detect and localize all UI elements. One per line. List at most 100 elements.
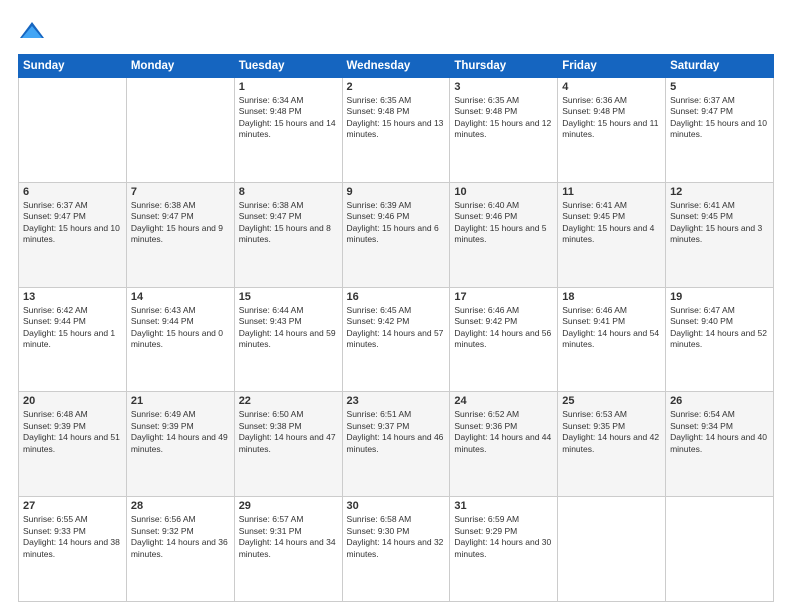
weekday-header: Friday (558, 55, 666, 78)
calendar-cell: 22 Sunrise: 6:50 AMSunset: 9:38 PMDayligh… (234, 392, 342, 497)
cell-details: Sunrise: 6:41 AMSunset: 9:45 PMDaylight:… (670, 200, 769, 246)
day-number: 20 (23, 395, 122, 407)
cell-details: Sunrise: 6:43 AMSunset: 9:44 PMDaylight:… (131, 305, 230, 351)
day-number: 9 (347, 186, 446, 198)
calendar-week-row: 6 Sunrise: 6:37 AMSunset: 9:47 PMDaylight… (19, 182, 774, 287)
cell-details: Sunrise: 6:36 AMSunset: 9:48 PMDaylight:… (562, 95, 661, 141)
calendar-week-row: 13 Sunrise: 6:42 AMSunset: 9:44 PMDayligh… (19, 287, 774, 392)
calendar-cell (558, 497, 666, 602)
day-number: 5 (670, 81, 769, 93)
cell-details: Sunrise: 6:38 AMSunset: 9:47 PMDaylight:… (131, 200, 230, 246)
cell-details: Sunrise: 6:56 AMSunset: 9:32 PMDaylight:… (131, 514, 230, 560)
cell-details: Sunrise: 6:46 AMSunset: 9:42 PMDaylight:… (454, 305, 553, 351)
cell-details: Sunrise: 6:54 AMSunset: 9:34 PMDaylight:… (670, 409, 769, 455)
cell-details: Sunrise: 6:46 AMSunset: 9:41 PMDaylight:… (562, 305, 661, 351)
calendar-cell: 28 Sunrise: 6:56 AMSunset: 9:32 PMDayligh… (126, 497, 234, 602)
day-number: 12 (670, 186, 769, 198)
cell-details: Sunrise: 6:49 AMSunset: 9:39 PMDaylight:… (131, 409, 230, 455)
calendar-cell: 4 Sunrise: 6:36 AMSunset: 9:48 PMDaylight… (558, 78, 666, 183)
calendar-cell: 14 Sunrise: 6:43 AMSunset: 9:44 PMDayligh… (126, 287, 234, 392)
calendar-cell: 29 Sunrise: 6:57 AMSunset: 9:31 PMDayligh… (234, 497, 342, 602)
day-number: 16 (347, 291, 446, 303)
cell-details: Sunrise: 6:57 AMSunset: 9:31 PMDaylight:… (239, 514, 338, 560)
logo (18, 18, 50, 46)
cell-details: Sunrise: 6:59 AMSunset: 9:29 PMDaylight:… (454, 514, 553, 560)
day-number: 11 (562, 186, 661, 198)
cell-details: Sunrise: 6:35 AMSunset: 9:48 PMDaylight:… (347, 95, 446, 141)
cell-details: Sunrise: 6:48 AMSunset: 9:39 PMDaylight:… (23, 409, 122, 455)
weekday-header: Wednesday (342, 55, 450, 78)
day-number: 28 (131, 500, 230, 512)
cell-details: Sunrise: 6:50 AMSunset: 9:38 PMDaylight:… (239, 409, 338, 455)
calendar-cell: 31 Sunrise: 6:59 AMSunset: 9:29 PMDayligh… (450, 497, 558, 602)
calendar-cell: 10Sunrise: 6:40 AMSunset: 9:46 PMDayligh… (450, 182, 558, 287)
cell-details: Sunrise: 6:40 AMSunset: 9:46 PMDaylight:… (454, 200, 553, 246)
calendar-cell: 6 Sunrise: 6:37 AMSunset: 9:47 PMDaylight… (19, 182, 127, 287)
day-number: 1 (239, 81, 338, 93)
calendar-week-row: 27 Sunrise: 6:55 AMSunset: 9:33 PMDayligh… (19, 497, 774, 602)
weekday-header: Tuesday (234, 55, 342, 78)
day-number: 21 (131, 395, 230, 407)
cell-details: Sunrise: 6:37 AMSunset: 9:47 PMDaylight:… (23, 200, 122, 246)
calendar-cell (666, 497, 774, 602)
calendar-cell: 23 Sunrise: 6:51 AMSunset: 9:37 PMDayligh… (342, 392, 450, 497)
weekday-header: Saturday (666, 55, 774, 78)
cell-details: Sunrise: 6:52 AMSunset: 9:36 PMDaylight:… (454, 409, 553, 455)
day-number: 23 (347, 395, 446, 407)
day-number: 24 (454, 395, 553, 407)
day-number: 3 (454, 81, 553, 93)
day-number: 26 (670, 395, 769, 407)
header (18, 18, 774, 46)
day-number: 8 (239, 186, 338, 198)
weekday-header-row: SundayMondayTuesdayWednesdayThursdayFrid… (19, 55, 774, 78)
calendar-cell: 9 Sunrise: 6:39 AMSunset: 9:46 PMDaylight… (342, 182, 450, 287)
calendar-cell: 30 Sunrise: 6:58 AMSunset: 9:30 PMDayligh… (342, 497, 450, 602)
cell-details: Sunrise: 6:34 AMSunset: 9:48 PMDaylight:… (239, 95, 338, 141)
calendar-cell (19, 78, 127, 183)
day-number: 18 (562, 291, 661, 303)
calendar-cell: 11 Sunrise: 6:41 AMSunset: 9:45 PMDayligh… (558, 182, 666, 287)
cell-details: Sunrise: 6:38 AMSunset: 9:47 PMDaylight:… (239, 200, 338, 246)
cell-details: Sunrise: 6:58 AMSunset: 9:30 PMDaylight:… (347, 514, 446, 560)
calendar-cell: 2 Sunrise: 6:35 AMSunset: 9:48 PMDaylight… (342, 78, 450, 183)
cell-details: Sunrise: 6:44 AMSunset: 9:43 PMDaylight:… (239, 305, 338, 351)
day-number: 2 (347, 81, 446, 93)
cell-details: Sunrise: 6:47 AMSunset: 9:40 PMDaylight:… (670, 305, 769, 351)
calendar-cell: 3 Sunrise: 6:35 AMSunset: 9:48 PMDaylight… (450, 78, 558, 183)
calendar-cell: 13 Sunrise: 6:42 AMSunset: 9:44 PMDayligh… (19, 287, 127, 392)
calendar-cell: 19 Sunrise: 6:47 AMSunset: 9:40 PMDayligh… (666, 287, 774, 392)
cell-details: Sunrise: 6:53 AMSunset: 9:35 PMDaylight:… (562, 409, 661, 455)
day-number: 30 (347, 500, 446, 512)
calendar-cell: 7Sunrise: 6:38 AMSunset: 9:47 PMDaylight… (126, 182, 234, 287)
day-number: 25 (562, 395, 661, 407)
cell-details: Sunrise: 6:55 AMSunset: 9:33 PMDaylight:… (23, 514, 122, 560)
calendar-cell: 17 Sunrise: 6:46 AMSunset: 9:42 PMDayligh… (450, 287, 558, 392)
day-number: 22 (239, 395, 338, 407)
day-number: 31 (454, 500, 553, 512)
calendar-cell: 27 Sunrise: 6:55 AMSunset: 9:33 PMDayligh… (19, 497, 127, 602)
day-number: 15 (239, 291, 338, 303)
calendar-cell: 16 Sunrise: 6:45 AMSunset: 9:42 PMDayligh… (342, 287, 450, 392)
day-number: 27 (23, 500, 122, 512)
calendar-cell: 1 Sunrise: 6:34 AMSunset: 9:48 PMDaylight… (234, 78, 342, 183)
logo-icon (18, 18, 46, 46)
calendar-week-row: 1 Sunrise: 6:34 AMSunset: 9:48 PMDaylight… (19, 78, 774, 183)
day-number: 4 (562, 81, 661, 93)
day-number: 29 (239, 500, 338, 512)
day-number: 13 (23, 291, 122, 303)
calendar-cell: 18 Sunrise: 6:46 AMSunset: 9:41 PMDayligh… (558, 287, 666, 392)
weekday-header: Thursday (450, 55, 558, 78)
day-number: 17 (454, 291, 553, 303)
calendar-cell (126, 78, 234, 183)
cell-details: Sunrise: 6:41 AMSunset: 9:45 PMDaylight:… (562, 200, 661, 246)
day-number: 19 (670, 291, 769, 303)
day-number: 14 (131, 291, 230, 303)
cell-details: Sunrise: 6:39 AMSunset: 9:46 PMDaylight:… (347, 200, 446, 246)
cell-details: Sunrise: 6:35 AMSunset: 9:48 PMDaylight:… (454, 95, 553, 141)
calendar-table: SundayMondayTuesdayWednesdayThursdayFrid… (18, 54, 774, 602)
cell-details: Sunrise: 6:51 AMSunset: 9:37 PMDaylight:… (347, 409, 446, 455)
cell-details: Sunrise: 6:42 AMSunset: 9:44 PMDaylight:… (23, 305, 122, 351)
calendar-cell: 8 Sunrise: 6:38 AMSunset: 9:47 PMDaylight… (234, 182, 342, 287)
day-number: 6 (23, 186, 122, 198)
cell-details: Sunrise: 6:45 AMSunset: 9:42 PMDaylight:… (347, 305, 446, 351)
